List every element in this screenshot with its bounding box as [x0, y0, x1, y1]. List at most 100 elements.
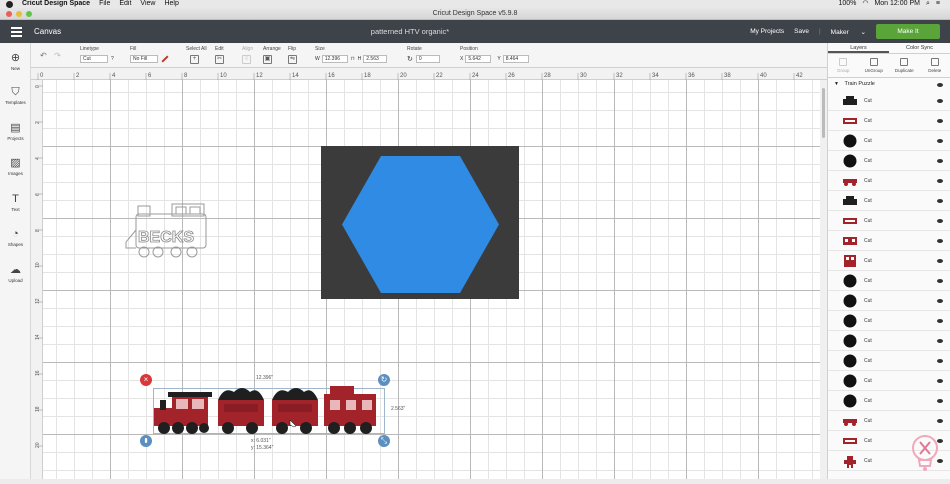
layer-row[interactable]: Cut [828, 311, 950, 331]
sidebar-item-images[interactable]: ▨ Images [0, 158, 31, 176]
linetype-select[interactable]: Cut [80, 55, 108, 63]
minimize-window-icon[interactable] [16, 11, 22, 17]
rotate-input[interactable]: 0 [416, 55, 440, 63]
eye-icon[interactable] [937, 199, 943, 203]
sidebar-item-shapes[interactable]: ◔ Shapes [0, 229, 31, 247]
delete-selection-icon[interactable]: × [140, 374, 152, 386]
my-projects-button[interactable]: My Projects [750, 28, 784, 35]
close-window-icon[interactable] [6, 11, 12, 17]
layer-row[interactable]: Cut [828, 131, 950, 151]
flip-group: Flip ⇋ [288, 46, 300, 64]
help-icon[interactable]: ? [111, 56, 114, 62]
eye-icon[interactable] [937, 239, 943, 243]
layer-row[interactable]: Cut [828, 111, 950, 131]
layer-row[interactable]: Cut [828, 331, 950, 351]
eye-icon[interactable] [937, 279, 943, 283]
app-header: Canvas patterned HTV organic* My Project… [0, 20, 950, 43]
train-engine[interactable] [154, 392, 212, 426]
sidebar-item-upload[interactable]: ☁ Upload [0, 265, 31, 283]
menu-app-name[interactable]: Cricut Design Space [22, 0, 90, 8]
sidebar-item-new[interactable]: ⊕ New [0, 53, 31, 71]
eye-icon[interactable] [937, 159, 943, 163]
menu-file[interactable]: File [99, 0, 110, 8]
flip-icon[interactable]: ⇋ [288, 55, 297, 64]
train-puzzle-group[interactable] [154, 386, 384, 436]
machine-select[interactable]: Maker ⌄ [831, 28, 866, 36]
layer-row[interactable]: Cut [828, 411, 950, 431]
layer-row[interactable]: Cut [828, 351, 950, 371]
sidebar-label: Templates [0, 100, 31, 105]
coal-car-2[interactable] [272, 388, 318, 426]
menu-list-icon[interactable]: ≡ [936, 0, 940, 8]
y-position-input[interactable]: 8.464 [503, 55, 529, 63]
rotate-handle-icon[interactable]: ↻ [378, 374, 390, 386]
resize-handle-icon[interactable]: ⤡ [378, 435, 390, 447]
x-position-input[interactable]: 5.642 [465, 55, 491, 63]
layer-group-row[interactable]: ▼ Train Puzzle [828, 78, 950, 91]
apple-icon[interactable] [6, 1, 13, 8]
layer-row[interactable]: Cut [828, 231, 950, 251]
eye-icon[interactable] [937, 339, 943, 343]
lock-icon[interactable]: ⊓ [351, 56, 355, 62]
battery-status[interactable]: 100% [838, 0, 856, 8]
layer-row[interactable]: Cut [828, 291, 950, 311]
ungroup-button[interactable]: UnGroup [859, 54, 890, 77]
edit-scissors-icon[interactable]: ✂ [215, 55, 224, 64]
eye-icon[interactable] [937, 299, 943, 303]
menu-view[interactable]: View [140, 0, 155, 8]
search-icon[interactable]: ⌕ [926, 0, 930, 8]
layer-row[interactable]: Cut [828, 271, 950, 291]
eye-icon[interactable] [937, 259, 943, 263]
eye-icon[interactable] [937, 99, 943, 103]
redo-icon[interactable]: ↷ [54, 51, 61, 60]
lock-proportions-icon[interactable]: ▮ [140, 435, 152, 447]
eye-icon[interactable] [937, 139, 943, 143]
blue-hexagon[interactable] [342, 156, 499, 293]
undo-icon[interactable]: ↶ [40, 51, 47, 60]
layer-row[interactable]: Cut [828, 151, 950, 171]
fill-select[interactable]: No Fill [130, 55, 158, 63]
layer-row[interactable]: Cut [828, 211, 950, 231]
eye-icon[interactable] [937, 419, 943, 423]
delete-button[interactable]: Delete [920, 54, 950, 77]
eye-icon[interactable] [937, 83, 943, 87]
eye-icon[interactable] [937, 219, 943, 223]
group-button[interactable]: Group [828, 54, 859, 77]
layer-row[interactable]: Cut [828, 171, 950, 191]
duplicate-button[interactable]: Duplicate [889, 54, 920, 77]
eye-icon[interactable] [937, 319, 943, 323]
vertical-scrollbar[interactable] [820, 80, 827, 479]
sidebar-item-templates[interactable]: ⛉ Templates [0, 87, 31, 105]
pen-color-icon[interactable] [161, 55, 168, 62]
menu-help[interactable]: Help [164, 0, 178, 8]
width-input[interactable]: 12.396 [322, 55, 348, 63]
layer-row[interactable]: Cut [828, 91, 950, 111]
height-input[interactable]: 2.563 [363, 55, 387, 63]
align-icon[interactable]: ≡ [242, 55, 251, 64]
tab-color-sync[interactable]: Color Sync [889, 43, 950, 53]
eye-icon[interactable] [937, 119, 943, 123]
select-all-icon[interactable]: + [190, 55, 199, 64]
eye-icon[interactable] [937, 359, 943, 363]
wifi-icon[interactable]: ◠ [862, 0, 868, 8]
arrange-icon[interactable]: ▣ [263, 55, 272, 64]
caret-down-icon[interactable]: ▼ [834, 81, 839, 87]
make-it-button[interactable]: Make It [876, 24, 940, 39]
caboose[interactable] [324, 386, 376, 426]
sidebar-item-text[interactable]: T Text [0, 194, 31, 212]
becks-train-outline[interactable]: BECKS [124, 200, 208, 262]
layer-row[interactable]: Cut [828, 251, 950, 271]
save-button[interactable]: Save [794, 28, 809, 35]
clock[interactable]: Mon 12:00 PM [874, 0, 920, 8]
eye-icon[interactable] [937, 179, 943, 183]
layer-row[interactable]: Cut [828, 191, 950, 211]
layer-row[interactable]: Cut [828, 391, 950, 411]
maximize-window-icon[interactable] [26, 11, 32, 17]
sidebar-item-projects[interactable]: ▤ Projects [0, 123, 31, 141]
coal-car-1[interactable] [218, 388, 264, 426]
menu-edit[interactable]: Edit [119, 0, 131, 8]
eye-icon[interactable] [937, 379, 943, 383]
eye-icon[interactable] [937, 399, 943, 403]
tab-layers[interactable]: Layers [828, 43, 889, 53]
layer-row[interactable]: Cut [828, 371, 950, 391]
